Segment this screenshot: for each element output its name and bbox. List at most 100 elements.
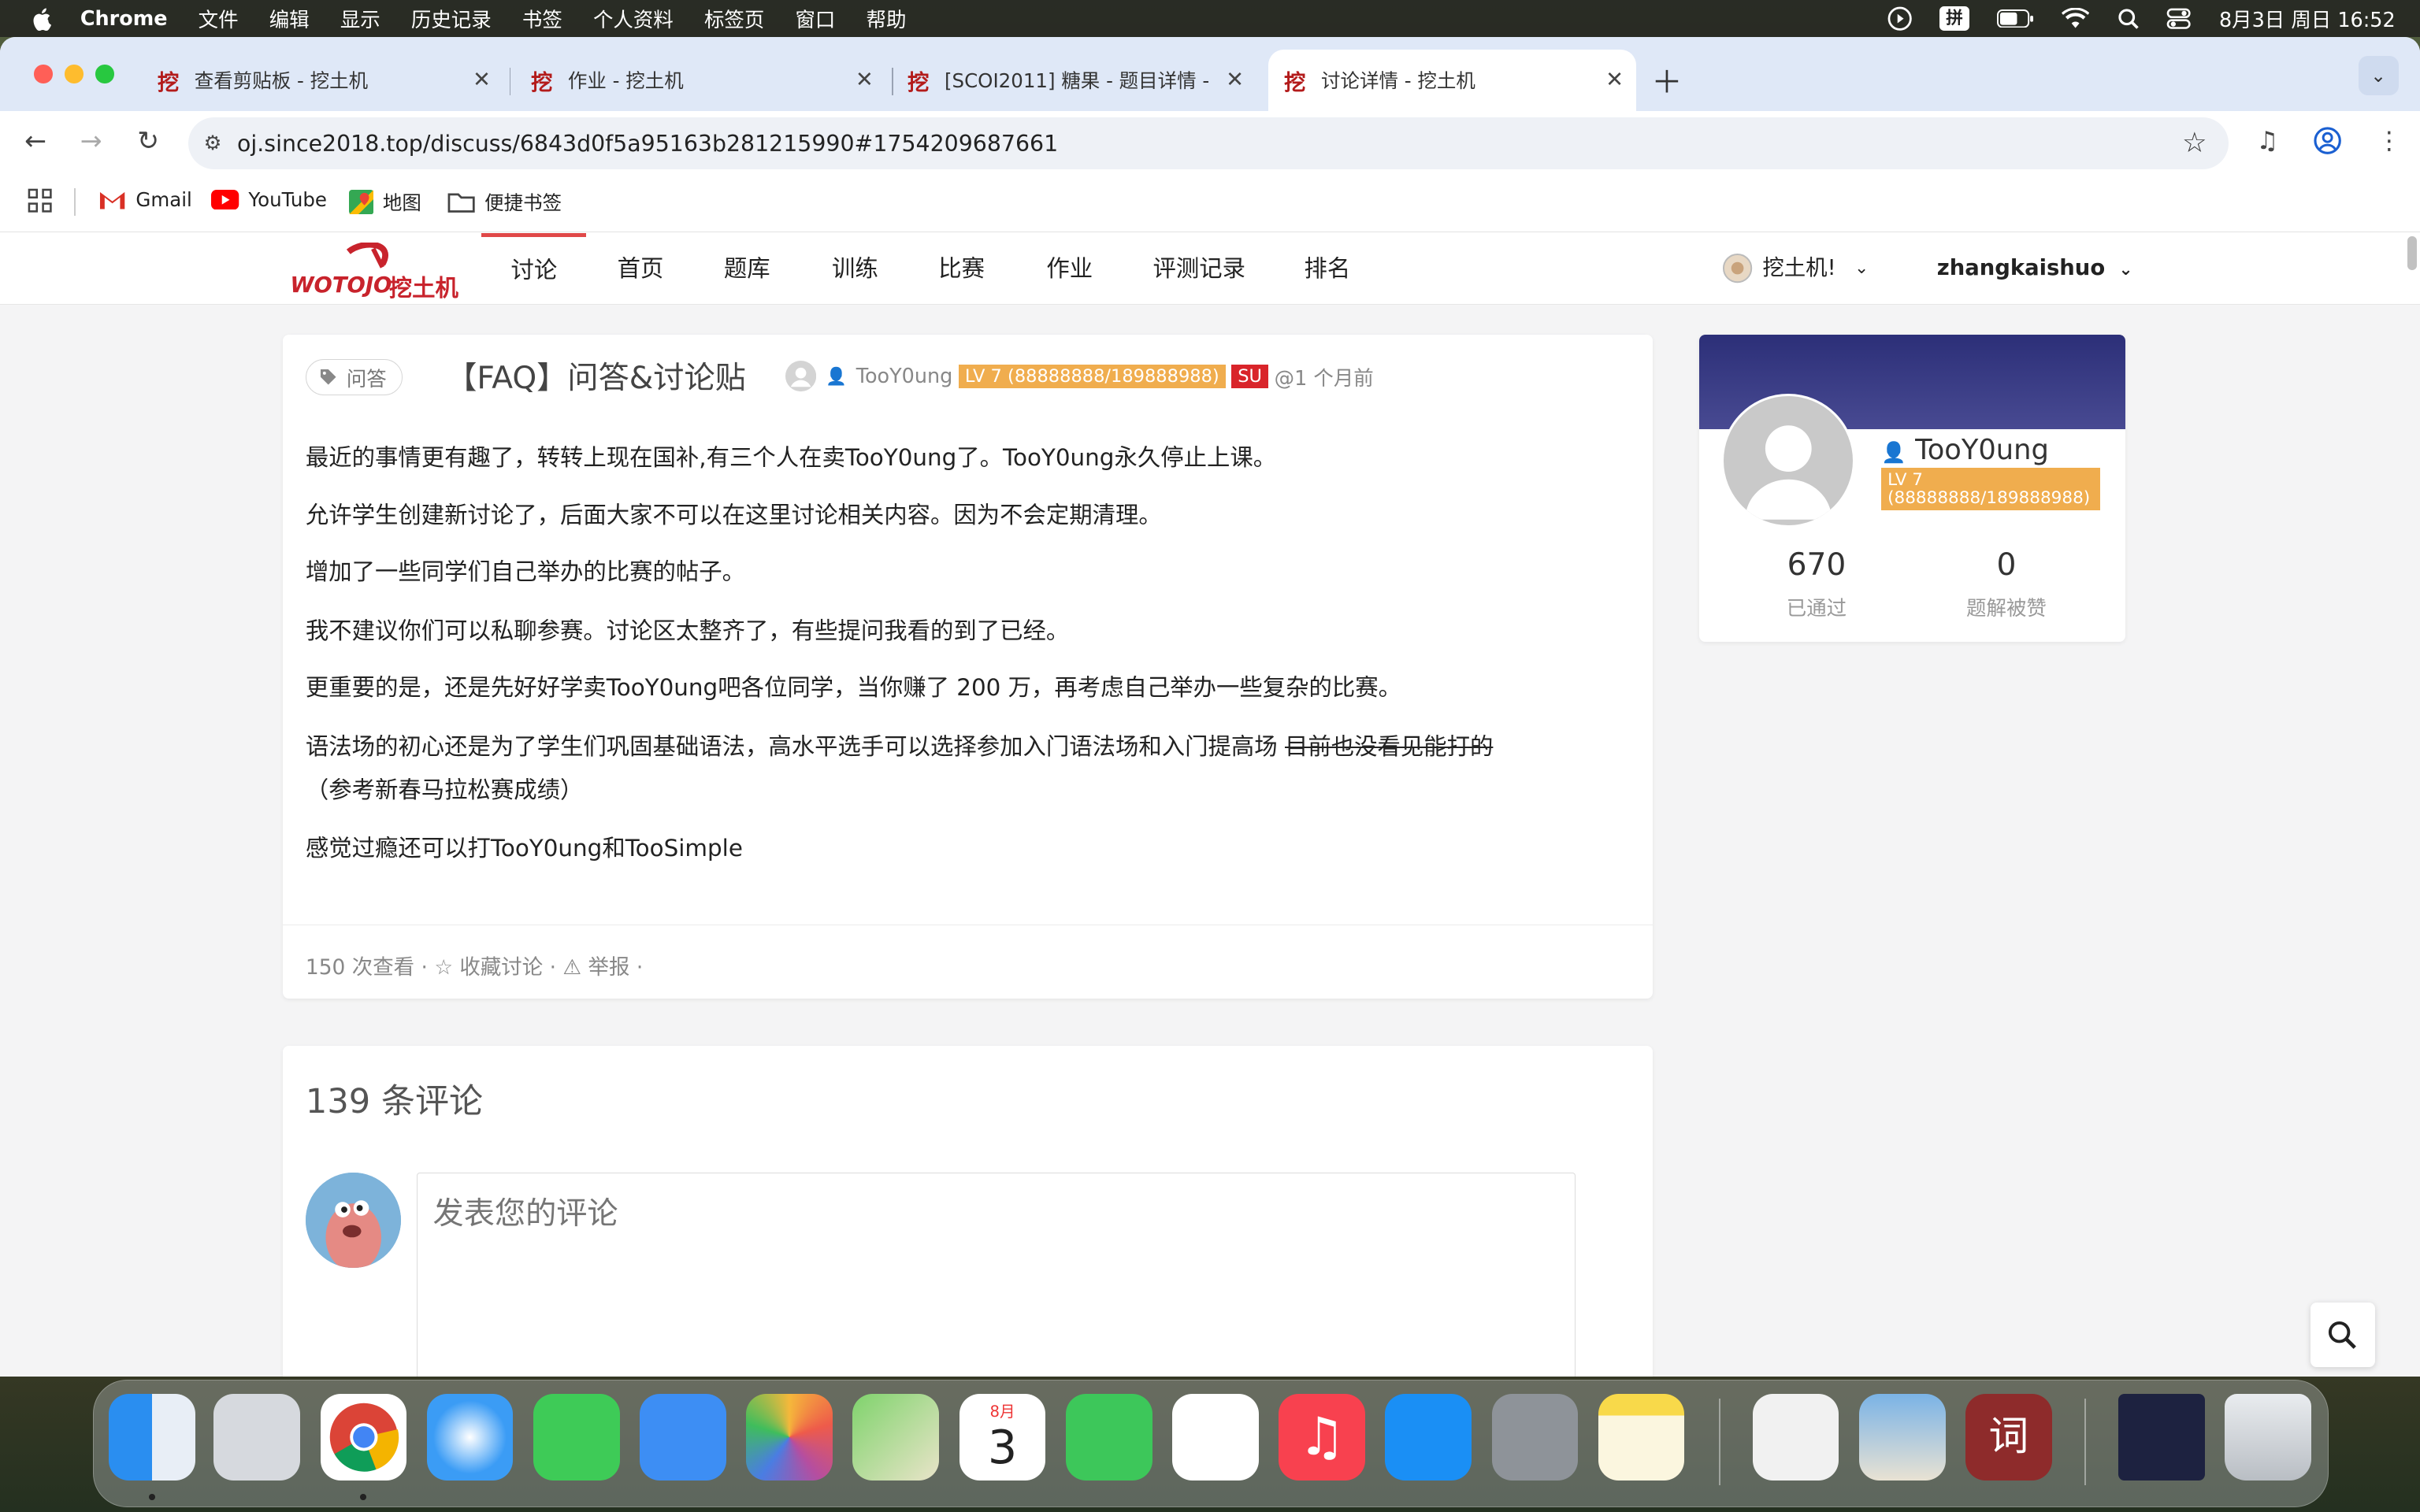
tab-homework[interactable]: 挖 作业 - 挖土机 ✕ bbox=[515, 50, 885, 111]
floating-search-button[interactable] bbox=[2310, 1302, 2376, 1367]
back-arrow-icon[interactable]: ← bbox=[19, 125, 53, 156]
nav-discuss[interactable]: 讨论 bbox=[481, 232, 587, 308]
tab-title: [SCOI2011] 糖果 - 题目详情 - 挖土机 bbox=[944, 69, 1210, 93]
preview-icon[interactable] bbox=[1858, 1394, 1946, 1480]
bookmark-gmail[interactable]: Gmail bbox=[98, 188, 192, 211]
google-maps-icon bbox=[348, 189, 374, 215]
favorite-link[interactable]: ☆ 收藏讨论 bbox=[434, 955, 543, 980]
tab-discussion-detail[interactable]: 挖 讨论详情 - 挖土机 ✕ bbox=[1268, 49, 1636, 112]
report-link[interactable]: ⚠ 举报 bbox=[562, 955, 629, 980]
tab-search-chevron-icon[interactable]: ⌄ bbox=[2358, 55, 2399, 96]
comment-editor[interactable] bbox=[416, 1172, 1576, 1377]
control-center-icon[interactable] bbox=[2166, 8, 2191, 29]
current-user-avatar[interactable] bbox=[305, 1172, 402, 1269]
star-icon: ☆ bbox=[434, 954, 460, 980]
menu-view[interactable]: 显示 bbox=[340, 4, 380, 33]
safari-icon[interactable] bbox=[426, 1394, 514, 1480]
close-tab-icon[interactable]: ✕ bbox=[1226, 68, 1244, 92]
chrome-menu-icon[interactable]: ⋮ bbox=[2377, 127, 2401, 155]
nav-homework[interactable]: 作业 bbox=[1046, 233, 1093, 304]
author-avatar[interactable] bbox=[785, 361, 817, 392]
messages-icon[interactable] bbox=[533, 1394, 620, 1480]
menu-help[interactable]: 帮助 bbox=[867, 4, 907, 33]
screen-record-icon[interactable] bbox=[1887, 6, 1912, 31]
notes-icon[interactable] bbox=[1598, 1394, 1685, 1480]
close-tab-icon[interactable]: ✕ bbox=[856, 68, 874, 92]
tab-clipboard[interactable]: 挖 查看剪贴板 - 挖土机 ✕ bbox=[142, 50, 503, 111]
battery-icon[interactable] bbox=[1996, 9, 2034, 28]
launchpad-icon[interactable] bbox=[213, 1394, 301, 1480]
address-bar[interactable]: ⚙ oj.since2018.top/discuss/6843d0f5a9516… bbox=[188, 117, 2229, 170]
nav-training[interactable]: 训练 bbox=[832, 233, 878, 304]
chrome-icon[interactable] bbox=[320, 1394, 407, 1480]
menu-history[interactable]: 历史记录 bbox=[411, 4, 492, 33]
menubar-app-name[interactable]: Chrome bbox=[80, 7, 168, 31]
scrollbar-thumb[interactable] bbox=[2407, 235, 2418, 270]
menu-edit[interactable]: 编辑 bbox=[269, 4, 310, 33]
reminders-icon[interactable] bbox=[1172, 1394, 1259, 1480]
profile-name[interactable]: 👤 TooY0ung bbox=[1881, 434, 2049, 466]
photos-icon[interactable] bbox=[746, 1394, 833, 1480]
bookmark-youtube[interactable]: YouTube bbox=[211, 188, 327, 211]
nav-ranking[interactable]: 排名 bbox=[1305, 233, 1351, 304]
apps-grid-icon[interactable] bbox=[28, 188, 52, 213]
minimize-window-button[interactable] bbox=[65, 65, 84, 83]
domain-menu[interactable]: 挖土机! ⌄ bbox=[1722, 233, 1869, 304]
url-text[interactable]: oj.since2018.top/discuss/6843d0f5a95163b… bbox=[237, 131, 1058, 157]
comment-input[interactable] bbox=[417, 1173, 1576, 1377]
finder-icon[interactable] bbox=[109, 1394, 195, 1480]
view-count: 150 次查看 bbox=[305, 954, 415, 980]
mail-icon[interactable] bbox=[640, 1394, 726, 1480]
page-scrollbar[interactable] bbox=[2404, 233, 2420, 1377]
paragraph-text: 语法场的初心还是为了学生们巩固基础语法，高水平选手可以选择参加入门语法场和入门提… bbox=[305, 732, 1285, 760]
dictionary-icon[interactable]: 词 bbox=[1965, 1394, 2052, 1480]
profile-avatar-icon[interactable] bbox=[2314, 127, 2341, 161]
wifi-icon[interactable] bbox=[2062, 7, 2090, 29]
reload-icon[interactable]: ↻ bbox=[132, 125, 165, 156]
nav-home[interactable]: 首页 bbox=[618, 233, 664, 304]
user-menu[interactable]: zhangkaishuo ⌄ bbox=[1937, 233, 2133, 304]
maps-icon[interactable] bbox=[852, 1394, 940, 1480]
category-tag[interactable]: 问答 bbox=[305, 359, 403, 395]
forward-arrow-icon[interactable]: → bbox=[74, 125, 108, 156]
bookmark-label: Gmail bbox=[135, 188, 192, 211]
menubar-clock[interactable]: 8月3日 周日 16:52 bbox=[2219, 4, 2396, 33]
site-logo[interactable]: WOTOJO 挖土机 bbox=[287, 241, 475, 302]
music-icon[interactable]: ♫ bbox=[1279, 1394, 1365, 1480]
menu-tab[interactable]: 标签页 bbox=[704, 4, 764, 33]
bookmark-star-icon[interactable]: ☆ bbox=[2182, 127, 2207, 159]
profile-avatar[interactable] bbox=[1720, 393, 1856, 528]
trash-icon[interactable] bbox=[2225, 1394, 2311, 1480]
spotlight-search-icon[interactable] bbox=[2118, 8, 2139, 29]
minimized-window-thumbnail[interactable] bbox=[2118, 1394, 2205, 1480]
tab-problem-candy[interactable]: 挖 [SCOI2011] 糖果 - 题目详情 - 挖土机 ✕ bbox=[895, 50, 1256, 111]
menu-file[interactable]: 文件 bbox=[199, 4, 239, 33]
facetime-icon[interactable] bbox=[1065, 1394, 1152, 1480]
site-info-icon[interactable]: ⚙ bbox=[204, 132, 222, 155]
app-store-icon[interactable] bbox=[1385, 1394, 1472, 1480]
close-window-button[interactable] bbox=[34, 65, 53, 83]
nav-submissions[interactable]: 评测记录 bbox=[1153, 233, 1246, 304]
close-tab-icon[interactable]: ✕ bbox=[473, 68, 491, 92]
media-control-icon[interactable]: ♫ bbox=[2256, 127, 2278, 155]
username: zhangkaishuo bbox=[1936, 255, 2106, 280]
apple-menu-icon[interactable] bbox=[31, 6, 55, 31]
calendar-icon[interactable]: 8月 3 bbox=[959, 1394, 1046, 1480]
nav-contests[interactable]: 比赛 bbox=[938, 233, 985, 304]
nav-problems[interactable]: 题库 bbox=[724, 233, 770, 304]
author-name[interactable]: TooY0ung bbox=[856, 365, 953, 388]
new-tab-button[interactable]: ＋ bbox=[1651, 58, 1682, 102]
dot-separator: · bbox=[636, 954, 644, 980]
bookmark-folder[interactable]: 便捷书签 bbox=[447, 188, 562, 216]
menu-window[interactable]: 窗口 bbox=[795, 4, 835, 33]
bookmark-maps[interactable]: 地图 bbox=[348, 188, 421, 216]
textedit-icon[interactable] bbox=[1752, 1394, 1839, 1480]
menu-profiles[interactable]: 个人资料 bbox=[593, 4, 674, 33]
post-paragraph: 更重要的是，还是先好好学卖TooY0ung吧各位同学，当你赚了 200 万，再考… bbox=[305, 674, 1402, 702]
zoom-window-button[interactable] bbox=[95, 65, 114, 83]
dock-separator bbox=[2084, 1399, 2086, 1485]
menu-bookmarks[interactable]: 书签 bbox=[522, 4, 562, 33]
close-tab-icon[interactable]: ✕ bbox=[1605, 68, 1624, 92]
input-method-indicator[interactable]: 拼 bbox=[1939, 6, 1969, 32]
system-settings-icon[interactable] bbox=[1491, 1394, 1579, 1480]
